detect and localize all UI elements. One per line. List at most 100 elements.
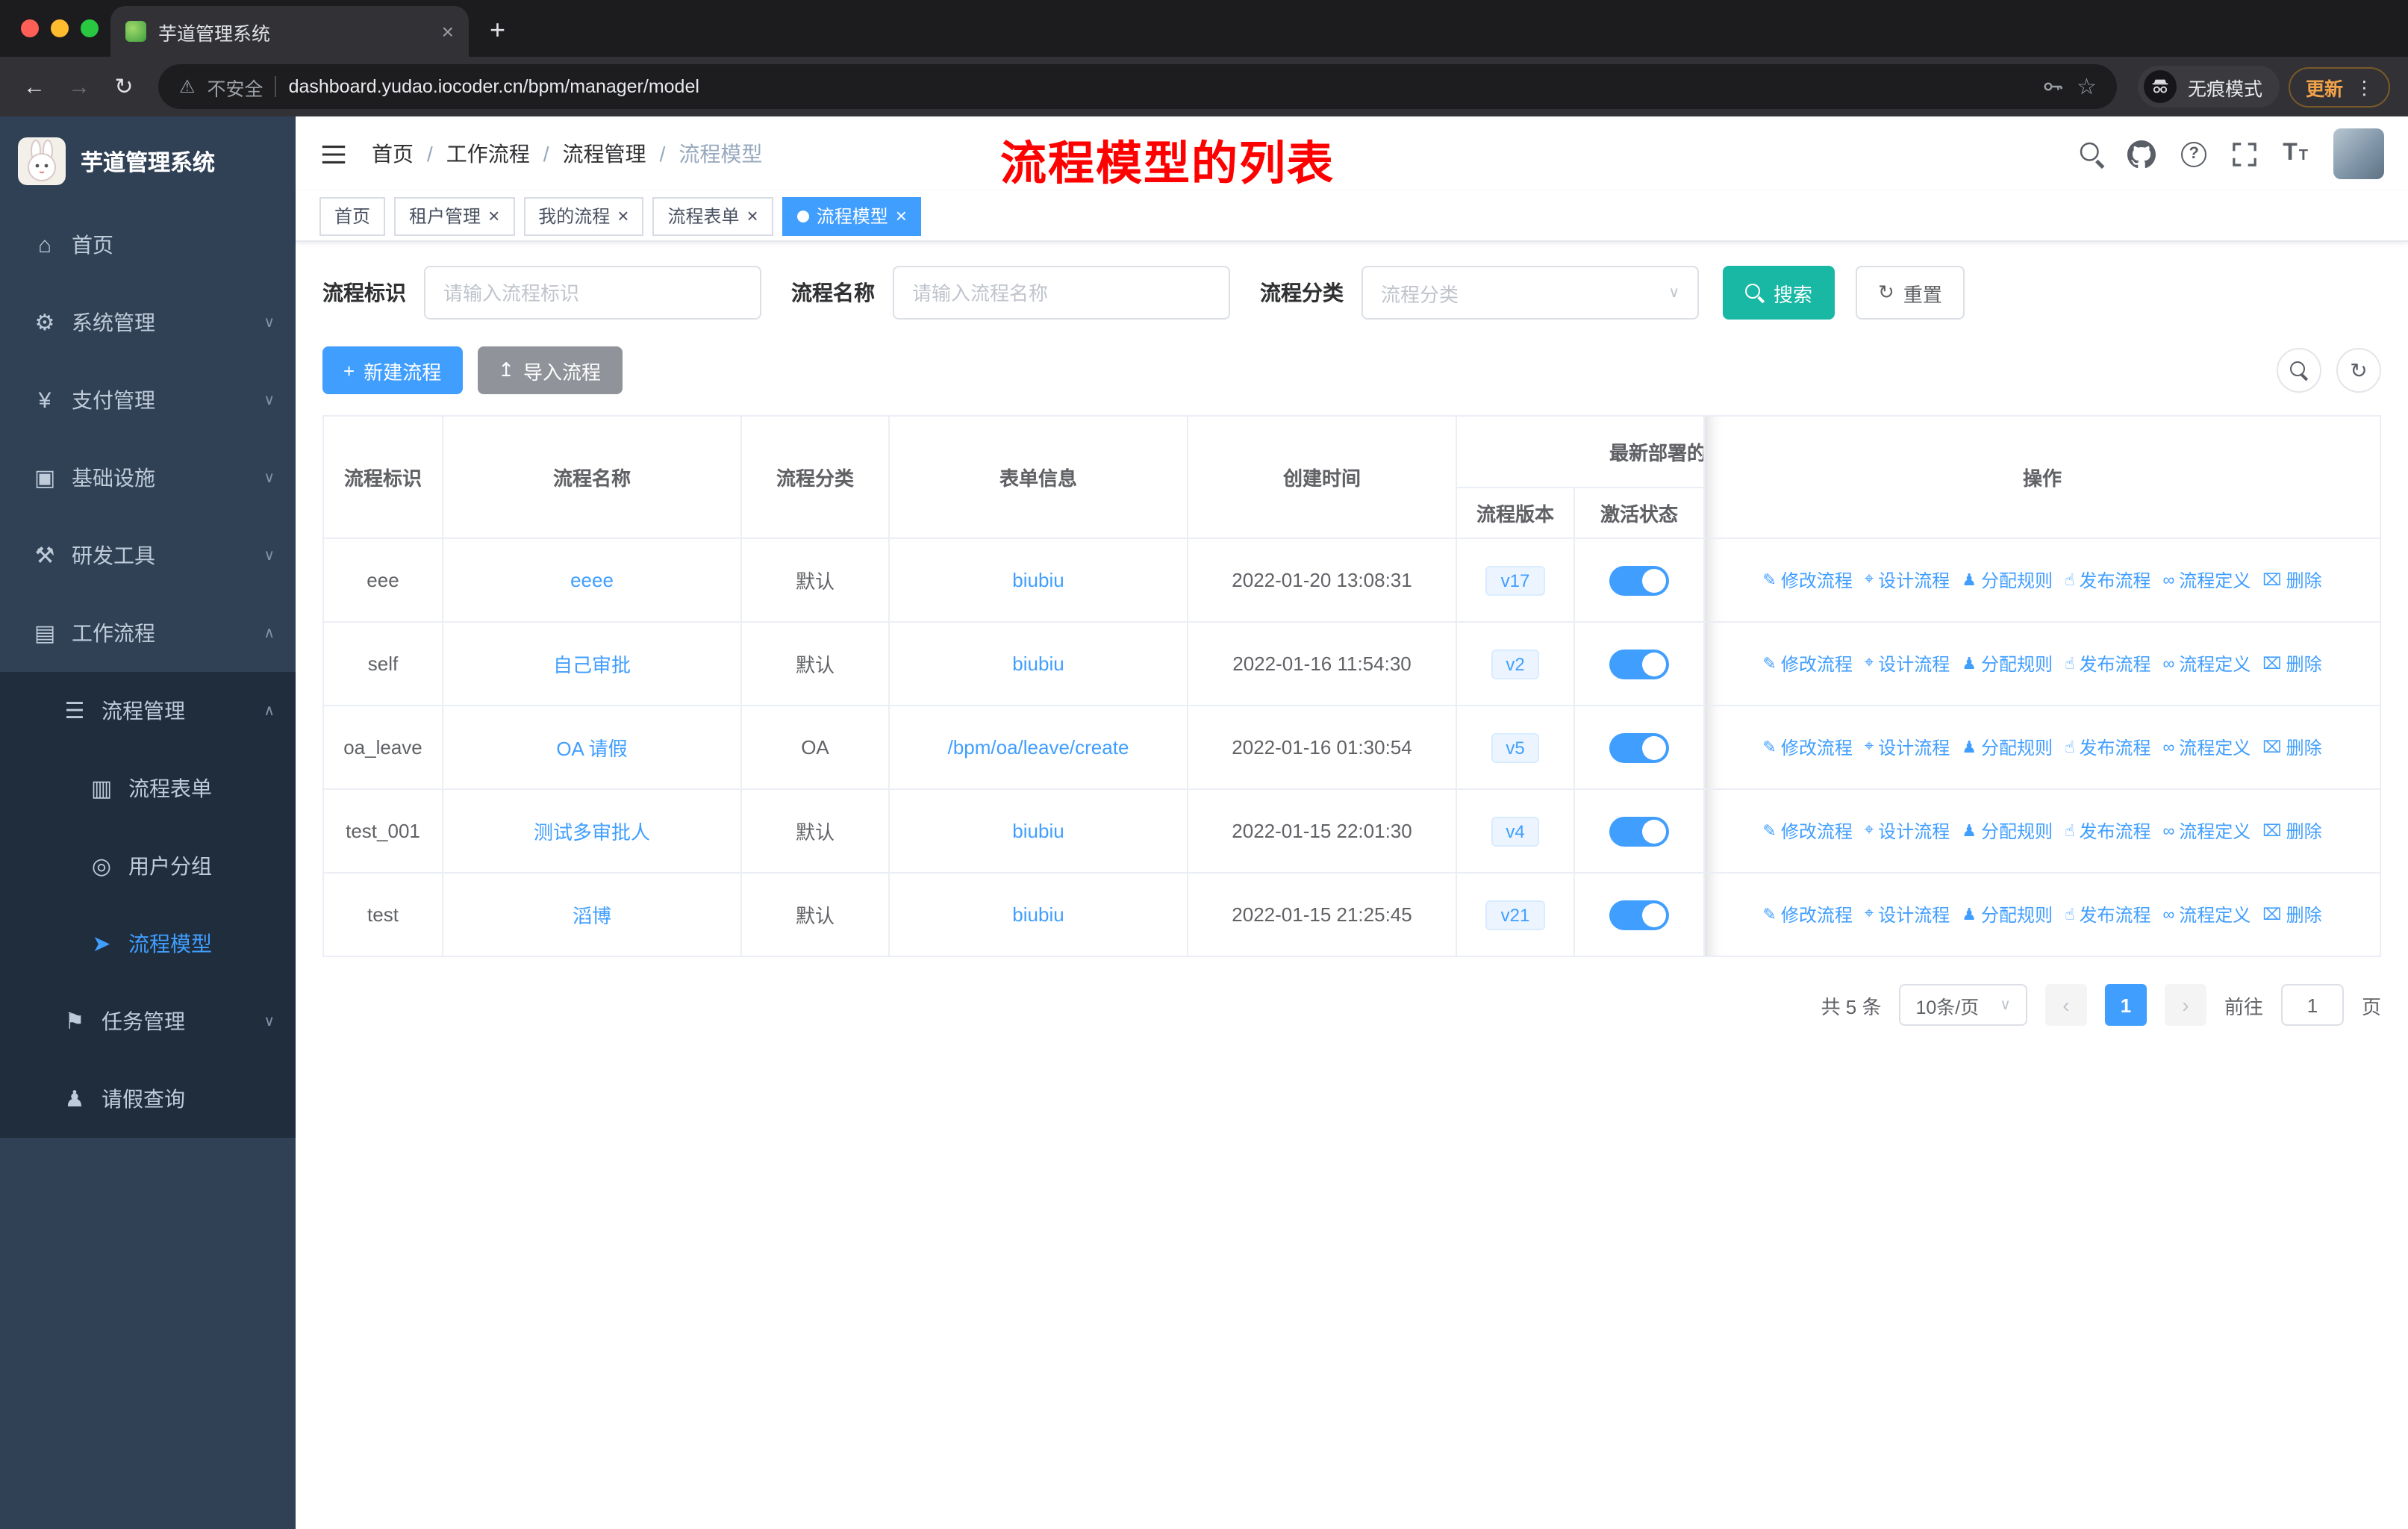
version-badge[interactable]: v5 xyxy=(1491,732,1540,762)
publish-process-link[interactable]: ☝ 发布流程 xyxy=(2065,735,2150,760)
process-definition-link[interactable]: ∞ 流程定义 xyxy=(2163,902,2251,927)
browser-tab[interactable]: 芋道管理系统 × xyxy=(110,6,469,57)
sidebar-item-payment-management[interactable]: ¥ 支付管理 ∨ xyxy=(0,361,296,439)
process-definition-link[interactable]: ∞ 流程定义 xyxy=(2163,567,2251,593)
tag-tenant[interactable]: 租户管理 × xyxy=(394,196,515,235)
assign-rule-link[interactable]: ♟ 分配规则 xyxy=(1962,567,2053,593)
current-page-button[interactable]: 1 xyxy=(2104,984,2147,1026)
edit-process-link[interactable]: ✎ 修改流程 xyxy=(1762,902,1852,927)
sidebar-item-home[interactable]: ⌂ 首页 xyxy=(0,206,296,284)
fullscreen-icon[interactable] xyxy=(2232,141,2257,166)
sidebar-item-process-model[interactable]: ➤ 流程模型 xyxy=(0,905,296,983)
form-link[interactable]: biubiu xyxy=(1012,653,1064,675)
github-icon[interactable] xyxy=(2127,140,2156,168)
sidebar-item-process-form[interactable]: ▥ 流程表单 xyxy=(0,750,296,827)
toggle-search-button[interactable] xyxy=(2277,348,2321,393)
assign-rule-link[interactable]: ♟ 分配规则 xyxy=(1962,902,2053,927)
tag-process-model[interactable]: 流程模型 × xyxy=(782,196,922,235)
edit-process-link[interactable]: ✎ 修改流程 xyxy=(1762,818,1852,844)
version-badge[interactable]: v21 xyxy=(1485,900,1545,929)
design-process-link[interactable]: ⌖ 设计流程 xyxy=(1865,735,1950,760)
new-tab-button[interactable]: + xyxy=(490,15,505,46)
process-name-link[interactable]: 测试多审批人 xyxy=(534,821,650,844)
process-name-link[interactable]: 滔博 xyxy=(573,905,611,927)
next-page-button[interactable]: › xyxy=(2164,984,2206,1026)
refresh-table-button[interactable]: ↻ xyxy=(2336,348,2381,393)
sidebar-item-system-management[interactable]: ⚙ 系统管理 ∨ xyxy=(0,284,296,361)
form-link[interactable]: biubiu xyxy=(1012,820,1064,842)
delete-link[interactable]: ⌧ 删除 xyxy=(2262,818,2321,844)
user-avatar[interactable] xyxy=(2333,128,2384,179)
tag-home[interactable]: 首页 xyxy=(319,196,386,235)
breadcrumb-item[interactable]: 首页 xyxy=(372,139,414,169)
page-size-select[interactable]: 10条/页 ∨ xyxy=(1899,984,2027,1026)
process-name-link[interactable]: OA 请假 xyxy=(556,738,627,760)
goto-page-input[interactable] xyxy=(2280,984,2344,1026)
delete-link[interactable]: ⌧ 删除 xyxy=(2262,651,2321,676)
minimize-window-button[interactable] xyxy=(51,19,69,37)
password-key-icon[interactable] xyxy=(2041,75,2065,99)
process-name-input[interactable] xyxy=(893,266,1230,320)
process-definition-link[interactable]: ∞ 流程定义 xyxy=(2163,818,2251,844)
edit-process-link[interactable]: ✎ 修改流程 xyxy=(1762,567,1852,593)
active-toggle[interactable] xyxy=(1609,565,1669,595)
edit-process-link[interactable]: ✎ 修改流程 xyxy=(1762,651,1852,676)
breadcrumb-item[interactable]: 工作流程 xyxy=(446,139,530,169)
search-icon[interactable] xyxy=(2080,141,2102,164)
sidebar-item-task-management[interactable]: ⚑ 任务管理 ∨ xyxy=(0,983,296,1060)
version-badge[interactable]: v17 xyxy=(1485,565,1545,595)
collapse-sidebar-icon[interactable] xyxy=(319,140,348,168)
update-button[interactable]: 更新 ⋮ xyxy=(2289,66,2390,107)
browser-menu-icon[interactable]: ⋮ xyxy=(2355,75,2374,98)
address-bar[interactable]: ⚠ 不安全 dashboard.yudao.iocoder.cn/bpm/man… xyxy=(158,64,2118,109)
form-link[interactable]: biubiu xyxy=(1012,569,1064,591)
reload-icon[interactable]: ↻ xyxy=(102,64,146,109)
assign-rule-link[interactable]: ♟ 分配规则 xyxy=(1962,651,2053,676)
tag-close-icon[interactable]: × xyxy=(488,206,499,225)
close-window-button[interactable] xyxy=(21,19,39,37)
tag-close-icon[interactable]: × xyxy=(896,206,907,225)
delete-link[interactable]: ⌧ 删除 xyxy=(2262,902,2321,927)
app-logo[interactable]: 芋道管理系统 xyxy=(0,116,296,206)
design-process-link[interactable]: ⌖ 设计流程 xyxy=(1865,651,1950,676)
zoom-window-button[interactable] xyxy=(81,19,99,37)
import-process-button[interactable]: ↥ 导入流程 xyxy=(477,346,623,394)
process-name-link[interactable]: eeee xyxy=(570,569,614,591)
forward-icon[interactable]: → xyxy=(57,64,102,109)
delete-link[interactable]: ⌧ 删除 xyxy=(2262,567,2321,593)
process-name-link[interactable]: 自己审批 xyxy=(553,654,631,676)
reset-button[interactable]: ↻ 重置 xyxy=(1856,266,1965,320)
process-id-input[interactable] xyxy=(424,266,761,320)
publish-process-link[interactable]: ☝ 发布流程 xyxy=(2065,651,2150,676)
sidebar-item-workflow[interactable]: ▤ 工作流程 ∧ xyxy=(0,594,296,672)
delete-link[interactable]: ⌧ 删除 xyxy=(2262,735,2321,760)
bookmark-star-icon[interactable]: ☆ xyxy=(2077,73,2097,100)
sidebar-item-infrastructure[interactable]: ▣ 基础设施 ∨ xyxy=(0,439,296,517)
process-definition-link[interactable]: ∞ 流程定义 xyxy=(2163,735,2251,760)
sidebar-item-leave-query[interactable]: ♟ 请假查询 xyxy=(0,1060,296,1138)
tag-my-process[interactable]: 我的流程 × xyxy=(523,196,644,235)
version-badge[interactable]: v2 xyxy=(1491,649,1540,679)
active-toggle[interactable] xyxy=(1609,816,1669,846)
tag-process-form[interactable]: 流程表单 × xyxy=(652,196,773,235)
assign-rule-link[interactable]: ♟ 分配规则 xyxy=(1962,735,2053,760)
process-definition-link[interactable]: ∞ 流程定义 xyxy=(2163,651,2251,676)
design-process-link[interactable]: ⌖ 设计流程 xyxy=(1865,818,1950,844)
active-toggle[interactable] xyxy=(1609,900,1669,929)
publish-process-link[interactable]: ☝ 发布流程 xyxy=(2065,818,2150,844)
design-process-link[interactable]: ⌖ 设计流程 xyxy=(1865,567,1950,593)
form-link[interactable]: biubiu xyxy=(1012,903,1064,926)
prev-page-button[interactable]: ‹ xyxy=(2044,984,2087,1026)
version-badge[interactable]: v4 xyxy=(1491,816,1540,846)
help-icon[interactable]: ? xyxy=(2181,141,2207,166)
assign-rule-link[interactable]: ♟ 分配规则 xyxy=(1962,818,2053,844)
tag-close-icon[interactable]: × xyxy=(747,206,758,225)
sidebar-item-user-group[interactable]: ◎ 用户分组 xyxy=(0,827,296,905)
edit-process-link[interactable]: ✎ 修改流程 xyxy=(1762,735,1852,760)
active-toggle[interactable] xyxy=(1609,732,1669,762)
sidebar-item-process-management[interactable]: ☰ 流程管理 ∧ xyxy=(0,672,296,750)
publish-process-link[interactable]: ☝ 发布流程 xyxy=(2065,902,2150,927)
active-toggle[interactable] xyxy=(1609,649,1669,679)
tag-close-icon[interactable]: × xyxy=(617,206,628,225)
create-process-button[interactable]: + 新建流程 xyxy=(322,346,463,394)
